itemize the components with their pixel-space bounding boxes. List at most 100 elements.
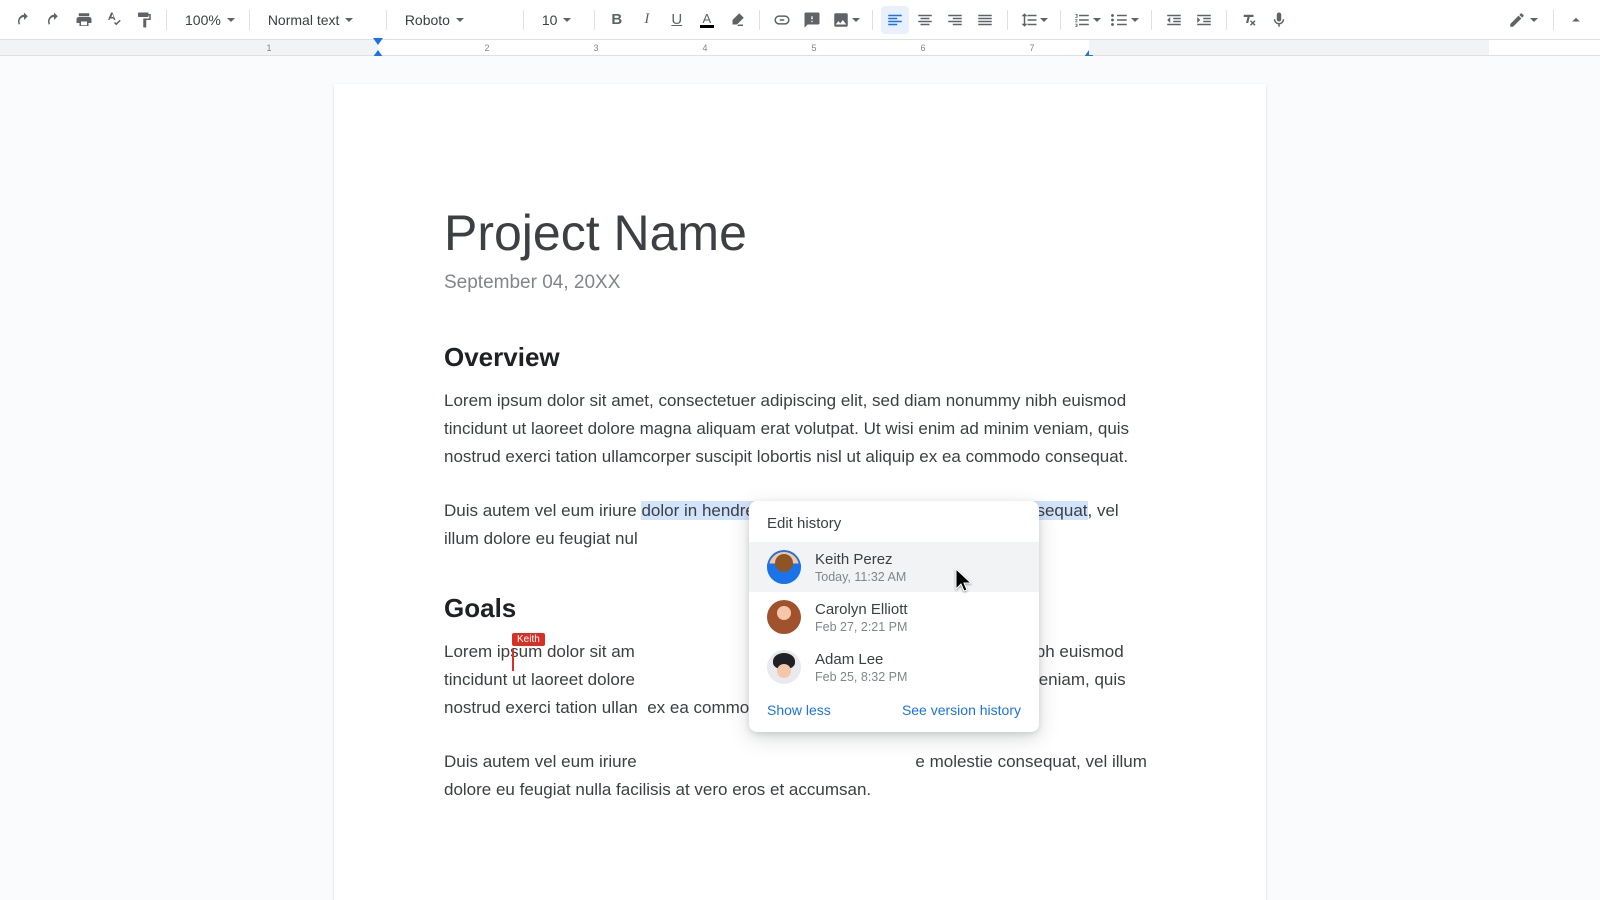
line-spacing-button[interactable] <box>1016 6 1052 34</box>
font-size-value: 10 <box>542 12 558 28</box>
text-color-icon: A <box>700 12 714 28</box>
ruler[interactable]: 1 2 3 4 5 6 7 <box>0 40 1600 56</box>
spellcheck-icon <box>105 11 123 29</box>
indent-increase-button[interactable] <box>1190 6 1218 34</box>
separator <box>1060 10 1061 30</box>
insert-image-button[interactable] <box>828 6 864 34</box>
clear-formatting-button[interactable] <box>1235 6 1263 34</box>
chevron-down-icon <box>852 18 860 22</box>
align-center-icon <box>916 11 934 29</box>
separator <box>523 10 524 30</box>
separator <box>386 10 387 30</box>
separator <box>759 10 760 30</box>
highlight-button[interactable] <box>723 6 751 34</box>
separator <box>872 10 873 30</box>
collaborator-tag: Keith <box>512 633 545 646</box>
pencil-icon <box>1508 11 1526 29</box>
chevron-down-icon <box>1530 18 1538 22</box>
align-right-button[interactable] <box>941 6 969 34</box>
chevron-down-icon <box>1093 18 1101 22</box>
editor-name: Keith Perez <box>815 551 906 568</box>
paint-format-button[interactable] <box>130 6 158 34</box>
doc-title[interactable]: Project Name <box>444 204 1156 262</box>
chevron-down-icon <box>227 18 235 22</box>
separator <box>1226 10 1227 30</box>
font-family-select[interactable]: Roboto <box>395 6 515 34</box>
chevron-down-icon <box>1040 18 1048 22</box>
highlighter-icon <box>728 11 746 29</box>
undo-icon <box>15 11 33 29</box>
edit-history-item[interactable]: Adam Lee Feb 25, 8:32 PM <box>749 642 1039 692</box>
avatar <box>767 650 801 684</box>
undo-button[interactable] <box>10 6 38 34</box>
redo-button[interactable] <box>40 6 68 34</box>
line-spacing-icon <box>1020 11 1038 29</box>
text-color-button[interactable]: A <box>693 6 721 34</box>
insert-link-button[interactable] <box>768 6 796 34</box>
edit-time: Today, 11:32 AM <box>815 570 906 584</box>
separator <box>249 10 250 30</box>
mic-icon <box>1270 11 1288 29</box>
comment-icon <box>803 11 821 29</box>
font-size-select[interactable]: 10 <box>532 6 586 34</box>
indent-increase-icon <box>1195 11 1213 29</box>
paragraph-style-select[interactable]: Normal text <box>258 6 378 34</box>
indent-decrease-icon <box>1165 11 1183 29</box>
paragraph[interactable]: Duis autem vel eum iriure e molestie con… <box>444 748 1156 804</box>
edit-history-popup: Edit history Keith Perez Today, 11:32 AM… <box>749 501 1039 732</box>
show-less-link[interactable]: Show less <box>767 702 831 718</box>
chevron-up-icon <box>1567 11 1585 29</box>
font-family-value: Roboto <box>405 12 450 28</box>
edit-history-item[interactable]: Carolyn Elliott Feb 27, 2:21 PM <box>749 592 1039 642</box>
align-center-button[interactable] <box>911 6 939 34</box>
doc-date[interactable]: September 04, 20XX <box>444 272 1156 294</box>
chevron-down-icon <box>1131 18 1139 22</box>
image-icon <box>832 11 850 29</box>
align-justify-button[interactable] <box>971 6 999 34</box>
paint-roller-icon <box>135 11 153 29</box>
redo-icon <box>45 11 63 29</box>
align-right-icon <box>946 11 964 29</box>
indent-decrease-button[interactable] <box>1160 6 1188 34</box>
editor-name: Carolyn Elliott <box>815 601 908 618</box>
collapse-toolbar-button[interactable] <box>1562 6 1590 34</box>
zoom-select[interactable]: 100% <box>175 6 241 34</box>
bulleted-list-icon <box>1111 11 1129 29</box>
popup-title: Edit history <box>749 501 1039 542</box>
avatar <box>767 600 801 634</box>
collaborator-cursor: Keith <box>512 649 514 671</box>
edit-history-item[interactable]: Keith Perez Today, 11:32 AM <box>749 542 1039 592</box>
chevron-down-icon <box>345 18 353 22</box>
print-button[interactable] <box>70 6 98 34</box>
bold-button[interactable]: B <box>603 6 631 34</box>
paragraph-style-value: Normal text <box>268 12 340 28</box>
editor-name: Adam Lee <box>815 651 907 668</box>
toolbar: 100% Normal text Roboto 10 B I U A <box>0 0 1600 40</box>
spellcheck-button[interactable] <box>100 6 128 34</box>
chevron-down-icon <box>456 18 464 22</box>
separator <box>1151 10 1152 30</box>
underline-button[interactable]: U <box>663 6 691 34</box>
heading-overview[interactable]: Overview <box>444 342 1156 373</box>
paragraph[interactable]: Lorem ipsum dolor sit amet, consectetuer… <box>444 387 1156 471</box>
align-left-button[interactable] <box>881 6 909 34</box>
italic-button[interactable]: I <box>633 6 661 34</box>
editing-mode-button[interactable] <box>1501 6 1545 34</box>
link-icon <box>773 11 791 29</box>
first-line-indent-marker[interactable] <box>373 38 383 45</box>
insert-comment-button[interactable] <box>798 6 826 34</box>
separator <box>594 10 595 30</box>
edit-time: Feb 27, 2:21 PM <box>815 620 908 634</box>
see-version-history-link[interactable]: See version history <box>902 702 1021 718</box>
chevron-down-icon <box>563 18 571 22</box>
voice-typing-button[interactable] <box>1265 6 1293 34</box>
clear-format-icon <box>1240 11 1258 29</box>
bulleted-list-button[interactable] <box>1107 6 1143 34</box>
zoom-value: 100% <box>185 12 221 28</box>
document-canvas[interactable]: Project Name September 04, 20XX Overview… <box>0 56 1600 900</box>
numbered-list-button[interactable] <box>1069 6 1105 34</box>
edit-time: Feb 25, 8:32 PM <box>815 670 907 684</box>
align-left-icon <box>886 11 904 29</box>
align-justify-icon <box>976 11 994 29</box>
page[interactable]: Project Name September 04, 20XX Overview… <box>334 84 1266 900</box>
